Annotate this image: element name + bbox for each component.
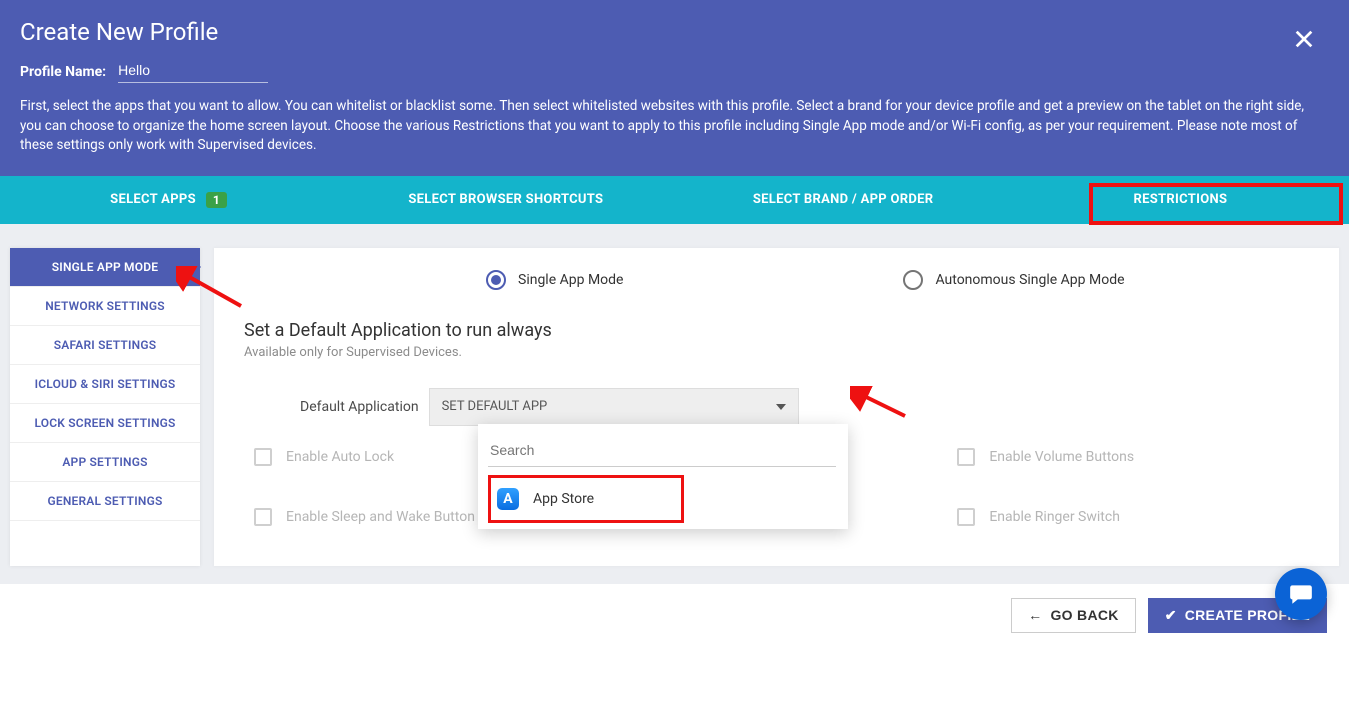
main-panel: Single App Mode Autonomous Single App Mo… bbox=[214, 248, 1339, 566]
arrow-left-icon: ← bbox=[1028, 607, 1042, 623]
select-placeholder: SET DEFAULT APP bbox=[442, 399, 548, 414]
sidebar-item-network-settings[interactable]: NETWORK SETTINGS bbox=[10, 287, 200, 326]
section-title: Set a Default Application to run always bbox=[244, 320, 1309, 341]
checkbox-icon bbox=[254, 448, 272, 466]
checkbox-label: Enable Sleep and Wake Button bbox=[286, 509, 475, 525]
dropdown-item-label: App Store bbox=[533, 491, 594, 507]
checkbox-icon bbox=[254, 508, 272, 526]
radio-label: Autonomous Single App Mode bbox=[935, 272, 1124, 288]
profile-name-input[interactable] bbox=[118, 60, 268, 83]
section-subtitle: Available only for Supervised Devices. bbox=[244, 345, 1309, 360]
tab-label: SELECT BROWSER SHORTCUTS bbox=[408, 192, 603, 207]
sidebar-item-icloud-siri-settings[interactable]: ICLOUD & SIRI SETTINGS bbox=[10, 365, 200, 404]
tab-brand-app-order[interactable]: SELECT BRAND / APP ORDER bbox=[675, 176, 1012, 224]
close-icon bbox=[1293, 28, 1315, 50]
tab-restrictions[interactable]: RESTRICTIONS bbox=[1012, 176, 1349, 224]
checkbox-label: Enable Volume Buttons bbox=[989, 449, 1134, 465]
settings-sidebar: SINGLE APP MODE NETWORK SETTINGS SAFARI … bbox=[10, 248, 200, 566]
sidebar-item-safari-settings[interactable]: SAFARI SETTINGS bbox=[10, 326, 200, 365]
dropdown-item-app-store[interactable]: A App Store bbox=[488, 475, 684, 523]
profile-name-label: Profile Name: bbox=[20, 64, 106, 80]
app-store-icon: A bbox=[497, 488, 519, 510]
tab-browser-shortcuts[interactable]: SELECT BROWSER SHORTCUTS bbox=[337, 176, 674, 224]
checkbox-label: Enable Ringer Switch bbox=[989, 509, 1120, 525]
sidebar-item-label: SINGLE APP MODE bbox=[52, 260, 158, 274]
button-label: GO BACK bbox=[1050, 607, 1118, 623]
chat-icon bbox=[1288, 581, 1314, 607]
sidebar-item-app-settings[interactable]: APP SETTINGS bbox=[10, 443, 200, 482]
default-app-label: Default Application bbox=[300, 399, 419, 415]
tab-select-apps[interactable]: SELECT APPS 1 bbox=[0, 176, 337, 224]
checkbox-enable-ringer-switch[interactable]: Enable Ringer Switch bbox=[957, 508, 1309, 526]
sidebar-item-label: APP SETTINGS bbox=[62, 455, 147, 469]
radio-icon bbox=[486, 270, 506, 290]
close-button[interactable] bbox=[1293, 28, 1315, 54]
sidebar-item-label: GENERAL SETTINGS bbox=[47, 494, 162, 508]
default-app-dropdown: A App Store bbox=[478, 424, 848, 529]
sidebar-item-label: ICLOUD & SIRI SETTINGS bbox=[35, 377, 176, 391]
checkbox-enable-volume-buttons[interactable]: Enable Volume Buttons bbox=[957, 448, 1309, 466]
radio-autonomous-single-app-mode[interactable]: Autonomous Single App Mode bbox=[903, 270, 1124, 290]
radio-label: Single App Mode bbox=[518, 272, 623, 288]
body-area: SINGLE APP MODE NETWORK SETTINGS SAFARI … bbox=[0, 224, 1349, 584]
checkbox-label: Enable Auto Lock bbox=[286, 449, 394, 465]
page-header: Create New Profile Profile Name: First, … bbox=[0, 0, 1349, 176]
page-title: Create New Profile bbox=[20, 18, 1329, 46]
annotation-arrow-icon bbox=[850, 386, 910, 424]
profile-name-row: Profile Name: bbox=[20, 60, 1329, 83]
tab-label: SELECT BRAND / APP ORDER bbox=[753, 192, 934, 207]
tabs-bar: SELECT APPS 1 SELECT BROWSER SHORTCUTS S… bbox=[0, 176, 1349, 224]
sidebar-item-single-app-mode[interactable]: SINGLE APP MODE bbox=[10, 248, 200, 287]
tab-badge: 1 bbox=[206, 192, 227, 208]
sidebar-item-label: NETWORK SETTINGS bbox=[45, 299, 165, 313]
sidebar-item-general-settings[interactable]: GENERAL SETTINGS bbox=[10, 482, 200, 521]
radio-single-app-mode[interactable]: Single App Mode bbox=[486, 270, 623, 290]
check-icon: ✔ bbox=[1165, 607, 1177, 624]
sidebar-item-label: SAFARI SETTINGS bbox=[54, 338, 156, 352]
dropdown-search-input[interactable] bbox=[488, 436, 836, 467]
default-app-select[interactable]: SET DEFAULT APP bbox=[429, 388, 799, 426]
checkbox-icon bbox=[957, 508, 975, 526]
radio-icon bbox=[903, 270, 923, 290]
tab-label: SELECT APPS bbox=[110, 192, 196, 207]
default-app-row: Default Application SET DEFAULT APP A Ap… bbox=[300, 388, 1309, 426]
tab-label: RESTRICTIONS bbox=[1134, 192, 1228, 207]
sidebar-item-lock-screen-settings[interactable]: LOCK SCREEN SETTINGS bbox=[10, 404, 200, 443]
sidebar-item-label: LOCK SCREEN SETTINGS bbox=[34, 416, 175, 430]
footer-bar: ← GO BACK ✔ CREATE PROFILE bbox=[0, 584, 1349, 647]
checkbox-icon bbox=[957, 448, 975, 466]
chevron-down-icon bbox=[776, 404, 786, 410]
header-description: First, select the apps that you want to … bbox=[20, 97, 1320, 156]
go-back-button[interactable]: ← GO BACK bbox=[1011, 598, 1136, 633]
chat-fab[interactable] bbox=[1275, 568, 1327, 620]
